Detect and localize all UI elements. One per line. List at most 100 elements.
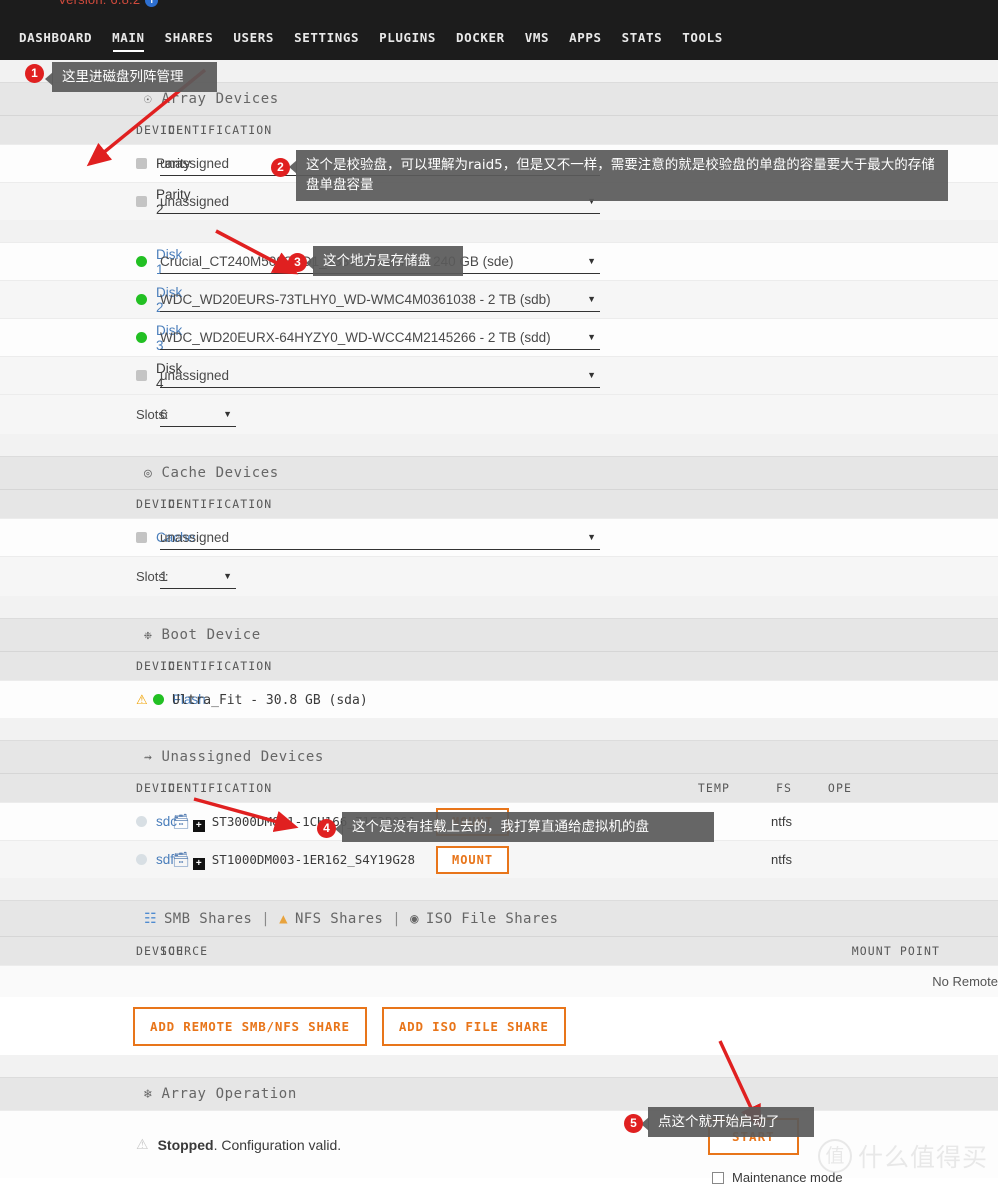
section-unassigned-devices: ⇝ Unassigned Devices bbox=[0, 740, 998, 773]
section-shares-tabs: ☷ SMB Shares | ▲ NFS Shares | ◉ ISO File… bbox=[0, 900, 998, 936]
header-mount-point: MOUNT POINT bbox=[851, 944, 940, 958]
nav-users[interactable]: USERS bbox=[223, 30, 284, 45]
array-slots-select[interactable]: 6 ▼ bbox=[160, 402, 236, 427]
target-icon: ◎ bbox=[144, 465, 153, 481]
warning-triangle-icon: ⚠ bbox=[136, 691, 148, 707]
tab-nfs-shares[interactable]: NFS Shares bbox=[295, 911, 383, 927]
section-array-operation: ❄ Array Operation bbox=[0, 1077, 998, 1110]
shares-empty-row: No Remote bbox=[0, 965, 998, 997]
identification-cell: unassigned ▼ bbox=[160, 363, 660, 388]
device-cell: Disk 4 bbox=[0, 361, 182, 391]
identification-cell: WDC_WD20EURX-64HYZY0_WD-WCC4M2145266 - 2… bbox=[160, 325, 660, 350]
array-status: ⚠ Stopped. Configuration valid. bbox=[0, 1136, 341, 1153]
disc-icon: ◉ bbox=[410, 910, 419, 927]
annotation-bubble-2: 这个是校验盘，可以理解为raid5，但是又不一样，需要注意的就是校验盘的单盘的容… bbox=[289, 150, 948, 201]
expand-plus-icon[interactable]: + bbox=[192, 820, 205, 832]
annotation-bubble-3: 这个地方是存储盘 bbox=[306, 246, 463, 277]
annotation-text-1: 这里进磁盘列阵管理 bbox=[45, 62, 217, 93]
disk4-device-select[interactable]: unassigned ▼ bbox=[160, 363, 600, 388]
top-bar: Version: 6.8.2 i DASHBOARD MAIN SHARES US… bbox=[0, 0, 998, 60]
disk3-device-select[interactable]: WDC_WD20EURX-64HYZY0_WD-WCC4M2145266 - 2… bbox=[160, 325, 600, 350]
header-source: SOURCE bbox=[160, 944, 209, 958]
array-slots-row: Slots: 6 ▼ bbox=[0, 394, 998, 434]
array-devices-table-header: DEVICE IDENTIFICATION bbox=[0, 115, 998, 144]
section-cache-devices: ◎ Cache Devices bbox=[0, 456, 998, 489]
annotation-bubble-5: 点这个就开始启动了 bbox=[641, 1107, 814, 1138]
identification-cell: WDC_WD20EURS-73TLHY0_WD-WMC4M0361038 - 2… bbox=[160, 287, 660, 312]
annotation-badge-4: 4 bbox=[317, 819, 336, 838]
nav-apps[interactable]: APPS bbox=[559, 30, 612, 45]
status-dot-icon bbox=[136, 294, 147, 305]
annotation-badge-2: 2 bbox=[271, 158, 290, 177]
status-square-icon bbox=[136, 370, 147, 381]
annotation-badge-5: 5 bbox=[624, 1114, 643, 1133]
chevron-down-icon: ▼ bbox=[223, 571, 232, 581]
array-status-state: Stopped bbox=[157, 1136, 214, 1153]
snowflake-icon: ❄ bbox=[144, 1086, 153, 1102]
unraid-main-page: Version: 6.8.2 i DASHBOARD MAIN SHARES US… bbox=[0, 0, 998, 1185]
cache-slots-select[interactable]: 1 ▼ bbox=[160, 564, 236, 589]
maintenance-mode-label: Maintenance mode bbox=[732, 1170, 843, 1185]
add-iso-file-share-button[interactable]: ADD ISO FILE SHARE bbox=[381, 1006, 566, 1046]
fs-cell-sdc: ntfs bbox=[771, 814, 792, 829]
cache-slots-label: Slots: bbox=[136, 569, 169, 584]
header-operations: OPE bbox=[827, 781, 852, 795]
nav-tools[interactable]: TOOLS bbox=[672, 30, 733, 45]
select-value: 6 bbox=[160, 406, 168, 422]
chevron-down-icon: ▼ bbox=[587, 532, 596, 542]
select-value: unassigned bbox=[160, 155, 230, 171]
chevron-down-icon: ▼ bbox=[587, 332, 596, 342]
device-cell: Cache bbox=[0, 530, 195, 545]
tab-iso-file-shares[interactable]: ISO File Shares bbox=[426, 911, 558, 927]
nav-main[interactable]: MAIN bbox=[102, 30, 155, 52]
paw-icon: ❉ bbox=[144, 627, 153, 643]
header-device: DEVICE bbox=[136, 944, 185, 958]
chevron-down-icon: ▼ bbox=[587, 294, 596, 304]
hard-disk-icon[interactable]: 🗃 bbox=[172, 851, 190, 868]
header-device: DEVICE bbox=[136, 781, 185, 795]
select-value: unassigned bbox=[160, 193, 230, 209]
nav-dashboard[interactable]: DASHBOARD bbox=[9, 30, 102, 45]
table-row-disk2: Disk 2 WDC_WD20EURS-73TLHY0_WD-WMC4M0361… bbox=[0, 280, 998, 318]
chevron-down-icon: ▼ bbox=[587, 256, 596, 266]
tab-smb-shares[interactable]: SMB Shares bbox=[164, 911, 252, 927]
info-icon[interactable]: i bbox=[145, 0, 159, 7]
cache-slots-row: Slots: 1 ▼ bbox=[0, 556, 998, 596]
shares-empty-text: No Remote bbox=[932, 974, 998, 989]
disk2-device-select[interactable]: WDC_WD20EURS-73TLHY0_WD-WMC4M0361038 - 2… bbox=[160, 287, 600, 312]
chevron-down-icon: ▼ bbox=[587, 370, 596, 380]
header-temp: TEMP bbox=[697, 781, 730, 795]
table-row-cache: Cache unassigned ▼ bbox=[0, 518, 998, 556]
cache-devices-table-header: DEVICE IDENTIFICATION bbox=[0, 489, 998, 518]
maintenance-mode-row: Maintenance mode bbox=[712, 1170, 843, 1185]
array-slots-label: Slots: bbox=[136, 407, 169, 422]
identification-cell: Ultra_Fit - 30.8 GB (sda) bbox=[160, 692, 660, 708]
nav-vms[interactable]: VMS bbox=[515, 30, 559, 45]
nav-settings[interactable]: SETTINGS bbox=[284, 30, 369, 45]
expand-plus-icon[interactable]: + bbox=[192, 858, 205, 870]
mount-button-sdf[interactable]: MOUNT bbox=[435, 845, 510, 874]
status-dot-icon bbox=[136, 854, 147, 865]
disk-stack-icon: ☉ bbox=[144, 91, 153, 107]
select-value: WDC_WD20EURX-64HYZY0_WD-WCC4M2145266 - 2… bbox=[160, 329, 551, 345]
hard-disk-icon[interactable]: 🗃 bbox=[172, 813, 190, 830]
cache-device-select[interactable]: unassigned ▼ bbox=[160, 525, 600, 550]
status-square-icon bbox=[136, 532, 147, 543]
flash-identification: Ultra_Fit - 30.8 GB (sda) bbox=[172, 692, 368, 708]
nav-docker[interactable]: DOCKER bbox=[446, 30, 515, 45]
device-cell: sdc bbox=[0, 814, 177, 829]
maintenance-mode-checkbox[interactable] bbox=[712, 1171, 724, 1184]
select-value: 1 bbox=[160, 568, 168, 584]
nav-shares[interactable]: SHARES bbox=[155, 30, 224, 45]
identification-cell: 🗃 + ST1000DM003-1ER162_S4Y19G28 MOUNT bbox=[160, 845, 660, 874]
annotation-badge-1: 1 bbox=[25, 64, 44, 83]
status-dot-icon bbox=[136, 332, 147, 343]
nav-stats[interactable]: STATS bbox=[612, 30, 673, 45]
select-value: unassigned bbox=[160, 367, 230, 383]
section-array-operation-title: Array Operation bbox=[161, 1086, 297, 1102]
add-remote-smb-nfs-share-button[interactable]: ADD REMOTE SMB/NFS SHARE bbox=[133, 1006, 367, 1046]
shuffle-icon: ⇝ bbox=[144, 749, 153, 765]
array-status-detail: . Configuration valid. bbox=[213, 1136, 342, 1153]
table-row-disk3: Disk 3 WDC_WD20EURX-64HYZY0_WD-WCC4M2145… bbox=[0, 318, 998, 356]
nav-plugins[interactable]: PLUGINS bbox=[369, 30, 446, 45]
